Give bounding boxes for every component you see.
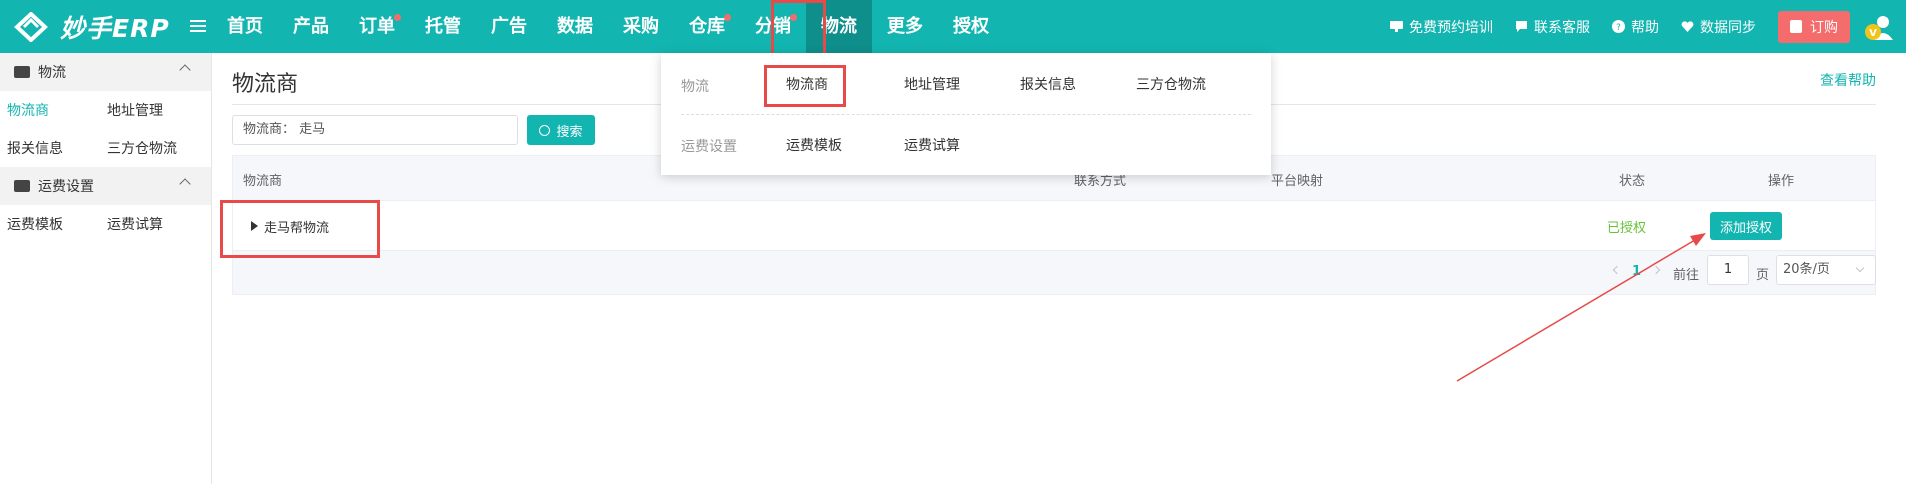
annotation-arrow (1456, 233, 1706, 382)
